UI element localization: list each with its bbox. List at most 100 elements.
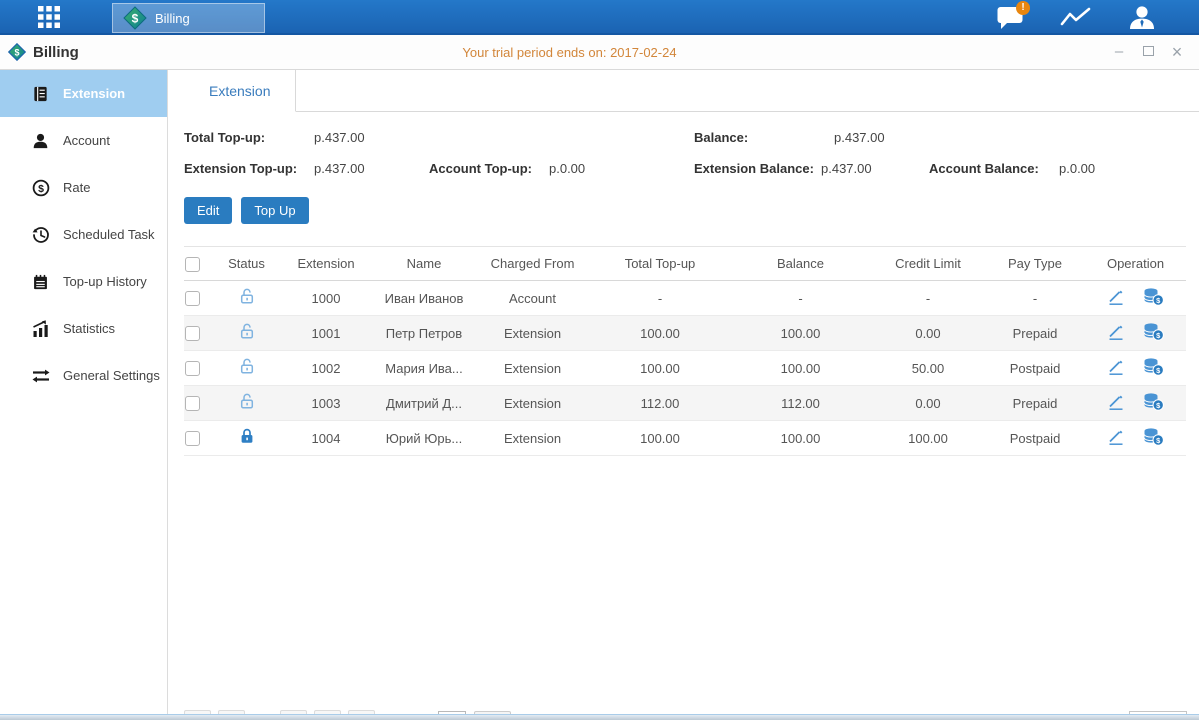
sidebar-item-general-settings[interactable]: General Settings <box>0 352 167 399</box>
general-settings-arrows-icon <box>31 368 50 384</box>
col-name: Name <box>373 247 475 281</box>
line-chart-icon <box>1060 6 1092 30</box>
top-up-row-icon[interactable]: $ <box>1143 427 1164 449</box>
edit-row-icon[interactable] <box>1107 393 1126 414</box>
sidebar-item-scheduled-task[interactable]: Scheduled Task <box>0 211 167 258</box>
cell-credit-limit: 0.00 <box>871 316 985 351</box>
cell-pay-type: - <box>985 281 1085 316</box>
tab-bar: Extension <box>184 70 1199 112</box>
maximize-glyph <box>1143 46 1154 56</box>
sidebar-item-rate[interactable]: $ Rate <box>0 164 167 211</box>
unlock-icon[interactable] <box>239 358 255 378</box>
billing-diamond-icon: $ <box>123 6 147 30</box>
sidebar-item-label: Rate <box>63 180 90 195</box>
svg-text:$: $ <box>132 12 139 26</box>
cell-balance: - <box>730 281 871 316</box>
account-topup-label: Account Top-up: <box>429 161 532 176</box>
sidebar-item-label: Top-up History <box>63 274 147 289</box>
cell-balance: 100.00 <box>730 351 871 386</box>
row-checkbox[interactable] <box>185 326 200 341</box>
reports-icon[interactable] <box>1059 3 1093 33</box>
cell-pay-type: Postpaid <box>985 421 1085 456</box>
cell-extension: 1004 <box>279 421 373 456</box>
action-buttons: Edit Top Up <box>184 197 1199 224</box>
app-tab-label: Billing <box>155 11 190 26</box>
extension-balance-label: Extension Balance: <box>694 161 814 176</box>
cell-total-topup: 100.00 <box>590 316 730 351</box>
cell-balance: 112.00 <box>730 386 871 421</box>
row-checkbox[interactable] <box>185 291 200 306</box>
unlock-icon[interactable] <box>239 393 255 413</box>
sidebar-item-extension[interactable]: Extension <box>0 70 167 117</box>
billing-window: $ Billing ! <box>0 0 1199 720</box>
top-up-row-icon[interactable]: $ <box>1143 322 1164 344</box>
row-checkbox[interactable] <box>185 361 200 376</box>
person-icon <box>1128 5 1156 31</box>
top-up-row-icon[interactable]: $ <box>1143 392 1164 414</box>
svg-text:$: $ <box>38 183 44 195</box>
maximize-icon[interactable] <box>1140 44 1156 60</box>
edit-row-icon[interactable] <box>1107 288 1126 309</box>
cell-extension: 1000 <box>279 281 373 316</box>
cell-total-topup: 100.00 <box>590 351 730 386</box>
app-grid-glyph <box>38 6 60 28</box>
edit-button[interactable]: Edit <box>184 197 232 224</box>
extensions-table: Status Extension Name Charged From Total… <box>184 246 1186 456</box>
cell-pay-type: Prepaid <box>985 316 1085 351</box>
account-balance-label: Account Balance: <box>929 161 1039 176</box>
account-person-icon <box>31 132 50 150</box>
cell-charged-from: Account <box>475 281 590 316</box>
table-row: 1002 Мария Ива... Extension 100.00 100.0… <box>184 351 1186 386</box>
edit-row-icon[interactable] <box>1107 358 1126 379</box>
user-account-icon[interactable] <box>1125 3 1159 33</box>
messages-icon[interactable]: ! <box>993 3 1027 33</box>
notification-badge: ! <box>1016 1 1030 15</box>
table-row: 1004 Юрий Юрь... Extension 100.00 100.00… <box>184 421 1186 456</box>
app-grid-icon[interactable] <box>36 5 62 29</box>
trial-notice: Your trial period ends on: 2017-02-24 <box>0 45 1139 60</box>
sidebar-item-statistics[interactable]: Statistics <box>0 305 167 352</box>
minimize-icon[interactable]: – <box>1111 44 1127 60</box>
select-all-checkbox[interactable] <box>185 257 200 272</box>
top-up-row-icon[interactable]: $ <box>1143 357 1164 379</box>
total-topup-value: p.437.00 <box>314 130 365 145</box>
cell-name: Мария Ива... <box>373 351 475 386</box>
cell-extension: 1003 <box>279 386 373 421</box>
cell-charged-from: Extension <box>475 386 590 421</box>
scheduled-task-clock-icon <box>31 226 50 244</box>
cell-total-topup: 112.00 <box>590 386 730 421</box>
unlock-icon[interactable] <box>239 288 255 308</box>
sidebar-item-account[interactable]: Account <box>0 117 167 164</box>
cell-pay-type: Prepaid <box>985 386 1085 421</box>
balance-label: Balance: <box>694 130 748 145</box>
cell-name: Иван Иванов <box>373 281 475 316</box>
cell-pay-type: Postpaid <box>985 351 1085 386</box>
close-icon[interactable]: × <box>1169 44 1185 60</box>
row-checkbox[interactable] <box>185 396 200 411</box>
tab-extension[interactable]: Extension <box>184 70 296 112</box>
sidebar: Extension Account $ Rate Scheduled Task <box>0 70 168 720</box>
col-balance: Balance <box>730 247 871 281</box>
col-extension: Extension <box>279 247 373 281</box>
cell-total-topup: 100.00 <box>590 421 730 456</box>
extension-topup-label: Extension Top-up: <box>184 161 297 176</box>
sidebar-item-topup-history[interactable]: Top-up History <box>0 258 167 305</box>
edit-row-icon[interactable] <box>1107 323 1126 344</box>
balance-value: p.437.00 <box>834 130 885 145</box>
edit-row-icon[interactable] <box>1107 428 1126 449</box>
col-total-topup: Total Top-up <box>590 247 730 281</box>
lock-icon[interactable] <box>239 428 255 448</box>
cell-total-topup: - <box>590 281 730 316</box>
top-up-row-icon[interactable]: $ <box>1143 287 1164 309</box>
cell-extension: 1001 <box>279 316 373 351</box>
top-up-button[interactable]: Top Up <box>241 197 308 224</box>
col-credit-limit: Credit Limit <box>871 247 985 281</box>
sidebar-item-label: General Settings <box>63 368 160 383</box>
row-checkbox[interactable] <box>185 431 200 446</box>
cell-credit-limit: - <box>871 281 985 316</box>
account-topup-value: p.0.00 <box>549 161 585 176</box>
unlock-icon[interactable] <box>239 323 255 343</box>
cell-credit-limit: 0.00 <box>871 386 985 421</box>
cell-charged-from: Extension <box>475 421 590 456</box>
tab-billing-app[interactable]: $ Billing <box>112 3 265 33</box>
